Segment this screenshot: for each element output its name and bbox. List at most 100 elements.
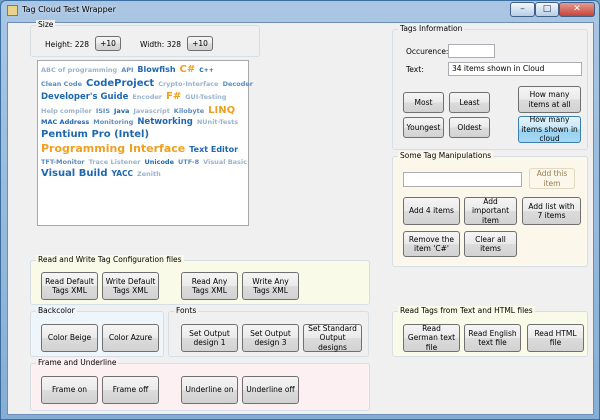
write-any-tags-button[interactable]: Write Any Tags XML <box>242 272 299 300</box>
new-tag-input[interactable] <box>403 172 522 187</box>
tag-cloud-item[interactable]: Encoder <box>132 93 162 102</box>
add-4-items-button[interactable]: Add 4 items <box>403 197 460 225</box>
window-title: Tag Cloud Test Wrapper <box>22 5 116 14</box>
tag-cloud-item[interactable]: ABC of programming <box>41 66 117 75</box>
tag-cloud-item[interactable]: ISIS <box>96 107 110 116</box>
minimize-button[interactable]: – <box>510 2 535 17</box>
tag-cloud-row: Developer's Guide Encoder F# GUI-Testing <box>41 90 245 104</box>
underline-on-button[interactable]: Underline on <box>181 376 238 404</box>
tag-cloud-item[interactable]: Visual Basic <box>203 158 247 167</box>
color-azure-button[interactable]: Color Azure <box>102 324 159 352</box>
set-output-design-3-button[interactable]: Set Output design 3 <box>242 324 299 352</box>
add-this-item-button[interactable]: Add this item <box>529 168 575 189</box>
add-important-item-button[interactable]: Add important item <box>464 197 517 225</box>
tag-cloud-item[interactable]: Programming Interface <box>41 142 185 157</box>
read-tags-label: Read Tags from Text and HTML files <box>398 306 535 315</box>
write-default-tags-button[interactable]: Write Default Tags XML <box>102 272 159 300</box>
tag-cloud-item[interactable]: API <box>121 66 133 75</box>
set-output-design-1-button[interactable]: Set Output design 1 <box>181 324 238 352</box>
read-tags-group: Read Tags from Text and HTML files Read … <box>392 306 588 357</box>
tag-manipulations-group: Some Tag Manipulations Add this item Add… <box>392 151 588 267</box>
tag-cloud-item[interactable]: Zenith <box>137 170 161 179</box>
underline-off-button[interactable]: Underline off <box>242 376 299 404</box>
tag-cloud-item[interactable]: LINQ <box>208 104 235 118</box>
occurence-label: Occurence: <box>406 47 449 56</box>
tag-cloud-item[interactable]: Javascript <box>133 107 169 116</box>
tag-cloud-item[interactable]: Trace Listener <box>89 158 141 167</box>
app-window: Tag Cloud Test Wrapper – □ ✕ Size Height… <box>0 0 600 420</box>
tag-cloud-row: TFT-Monitor Trace Listener Unicode UTF-8 Vis… <box>41 157 247 167</box>
size-group: Size Height: 228 +10 Width: 328 +10 <box>30 20 260 57</box>
tag-cloud-item[interactable]: YACC <box>111 169 133 179</box>
tag-cloud-row: Help compiler ISIS Java Javascript Kilobyte L… <box>41 104 245 118</box>
tag-cloud-item[interactable]: UTF-8 <box>178 158 199 167</box>
tag-cloud-item[interactable]: NUnit-Tests <box>197 118 238 127</box>
tag-manipulations-label: Some Tag Manipulations <box>398 151 494 160</box>
oldest-button[interactable]: Oldest <box>449 117 490 138</box>
tag-cloud-item[interactable]: Help compiler <box>41 107 92 116</box>
tag-cloud: ABC of programming API Blowfish C# C++ Clean … <box>37 60 253 226</box>
tag-cloud-item[interactable]: Crypto-Interface <box>158 80 218 89</box>
tag-cloud-row: Visual Build YACC Zenith <box>41 167 245 181</box>
tag-cloud-item[interactable]: GUI-Testing <box>185 93 226 102</box>
width-plus-10-button[interactable]: +10 <box>187 36 213 51</box>
set-standard-output-button[interactable]: Set Standard Output designs <box>303 324 362 352</box>
read-english-text-button[interactable]: Read English text file <box>464 324 521 352</box>
tag-cloud-item[interactable]: Blowfish <box>137 65 175 76</box>
close-button[interactable]: ✕ <box>559 2 595 17</box>
tag-cloud-row: MAC Address Monitoring Networking NUnit-Tes… <box>41 117 245 128</box>
how-many-shown-button[interactable]: How many items shown in cloud <box>518 115 581 143</box>
maximize-button[interactable]: □ <box>535 2 559 17</box>
config-files-label: Read and Write Tag Configuration files <box>36 255 184 264</box>
most-button[interactable]: Most <box>403 92 444 113</box>
tag-cloud-item[interactable]: Pentium Pro (Intel) <box>41 128 149 142</box>
tag-cloud-item[interactable]: Unicode <box>144 158 174 167</box>
least-button[interactable]: Least <box>449 92 490 113</box>
tag-cloud-item[interactable]: F# <box>166 90 181 104</box>
tags-information-label: Tags Information <box>398 24 465 33</box>
text-field[interactable]: 34 items shown in Cloud <box>448 62 582 76</box>
tag-cloud-item[interactable]: Monitoring <box>93 118 133 127</box>
fonts-group: Fonts Set Output design 1 Set Output des… <box>168 306 369 357</box>
tag-cloud-item[interactable]: Kilobyte <box>174 107 204 116</box>
occurence-field[interactable] <box>448 44 495 58</box>
youngest-button[interactable]: Youngest <box>403 117 444 138</box>
tag-cloud-item[interactable]: MAC Address <box>41 118 89 127</box>
tag-cloud-item[interactable]: Visual Build <box>41 167 107 181</box>
add-list-button[interactable]: Add list with 7 items <box>522 197 581 225</box>
client-area: Size Height: 228 +10 Width: 328 +10 ABC … <box>7 20 594 415</box>
remove-item-button[interactable]: Remove the item 'C#' <box>403 231 460 257</box>
tag-cloud-item[interactable]: Networking <box>137 117 193 128</box>
config-files-group: Read and Write Tag Configuration files R… <box>30 255 370 305</box>
tag-cloud-item[interactable]: Developer's Guide <box>41 92 128 103</box>
tag-cloud-item[interactable]: TFT-Monitor <box>41 158 85 167</box>
color-beige-button[interactable]: Color Beige <box>41 324 98 352</box>
fonts-label: Fonts <box>174 306 199 315</box>
backcolor-group: Backcolor Color Beige Color Azure <box>30 306 164 357</box>
tag-cloud-row: Clean Code CodeProject Crypto-Interface Dec… <box>41 77 253 91</box>
tag-cloud-item[interactable]: Java <box>114 107 129 116</box>
size-group-label: Size <box>36 20 56 29</box>
tag-cloud-item[interactable]: Decoder <box>223 80 253 89</box>
clear-all-items-button[interactable]: Clear all items <box>464 231 517 257</box>
tag-cloud-item[interactable]: C++ <box>199 67 213 75</box>
how-many-items-button[interactable]: How many items at all <box>518 86 581 113</box>
title-bar[interactable]: Tag Cloud Test Wrapper – □ ✕ <box>1 1 599 21</box>
text-label: Text: <box>406 65 424 74</box>
tag-cloud-item[interactable]: Text Editor <box>189 145 238 156</box>
frame-off-button[interactable]: Frame off <box>102 376 159 404</box>
tag-cloud-item[interactable]: Clean Code <box>41 80 82 89</box>
height-label: Height: 228 <box>45 40 90 49</box>
backcolor-label: Backcolor <box>36 306 77 315</box>
tag-cloud-item[interactable]: C# <box>180 63 196 77</box>
read-german-text-button[interactable]: Read German text file <box>403 324 460 352</box>
frame-on-button[interactable]: Frame on <box>41 376 98 404</box>
frame-underline-label: Frame and Underline <box>36 358 119 367</box>
app-icon <box>7 5 18 16</box>
read-html-file-button[interactable]: Read HTML file <box>527 324 584 352</box>
tag-cloud-row: ABC of programming API Blowfish C# C++ <box>41 63 245 77</box>
read-any-tags-button[interactable]: Read Any Tags XML <box>181 272 238 300</box>
height-plus-10-button[interactable]: +10 <box>95 36 121 51</box>
read-default-tags-button[interactable]: Read Default Tags XML <box>41 272 98 300</box>
tag-cloud-item[interactable]: CodeProject <box>86 77 154 91</box>
